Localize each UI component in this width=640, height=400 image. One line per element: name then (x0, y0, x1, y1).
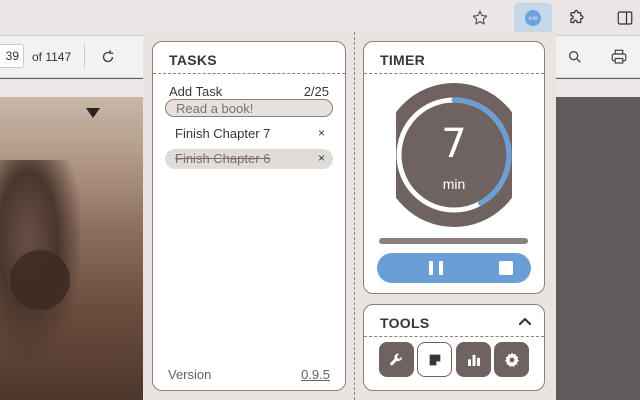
page-total-label: of 1147 (32, 50, 72, 64)
timer-unit: min (442, 176, 466, 192)
settings-tool-button[interactable] (494, 342, 529, 377)
tasks-title-rule (153, 73, 345, 74)
stats-tool-button[interactable] (456, 342, 491, 377)
rover-wheel-shape (10, 250, 70, 310)
timer-minutes: 7 (441, 121, 467, 167)
chevron-up-icon[interactable] (518, 315, 532, 327)
stop-icon[interactable] (499, 261, 513, 275)
browser-top-bar: 0:00 (0, 0, 640, 36)
tools-title: TOOLS (380, 315, 430, 331)
wrench-icon (389, 353, 402, 365)
version-label: Version (168, 367, 212, 382)
search-icon[interactable] (563, 45, 587, 69)
bar-chart-icon (467, 354, 480, 366)
tasks-card: TASKS Add Task 2/25 Finish Chapter 7 × F… (152, 41, 346, 391)
tasks-title: TASKS (169, 52, 217, 68)
print-icon[interactable] (607, 45, 631, 69)
sticky-note-icon (429, 354, 440, 365)
add-task-label: Add Task (169, 84, 223, 99)
gear-icon (504, 352, 519, 367)
wrench-tool-button[interactable] (379, 342, 414, 377)
pause-icon[interactable] (429, 261, 443, 275)
task-text: Finish Chapter 7 (175, 126, 271, 141)
remove-task-icon[interactable]: × (318, 126, 325, 140)
toolbar-divider (84, 44, 85, 68)
version-link[interactable]: 0.9.5 (301, 367, 330, 382)
document-background (556, 97, 640, 400)
task-item[interactable]: Finish Chapter 7 × (165, 124, 333, 144)
timer-progress-bar (379, 238, 528, 244)
side-panel-icon[interactable] (613, 6, 637, 30)
extension-timer-icon[interactable]: 0:00 (514, 3, 552, 33)
timer-controls (377, 253, 531, 283)
remove-task-icon[interactable]: × (318, 151, 325, 165)
timer-title: TIMER (380, 52, 426, 68)
task-count: 2/25 (303, 84, 329, 99)
bookmark-star-icon[interactable] (468, 6, 492, 30)
task-text: Finish Chapter 6 (175, 151, 271, 166)
timer-title-rule (364, 73, 544, 74)
sticky-note-tool-button[interactable] (417, 342, 452, 377)
page-number-input[interactable]: 39 (0, 44, 24, 68)
tools-title-rule (364, 336, 544, 337)
photo-pointer (86, 108, 100, 118)
popup-column-divider (354, 32, 355, 400)
add-task-input[interactable] (165, 99, 333, 117)
tools-card: TOOLS (363, 304, 545, 391)
extensions-puzzle-icon[interactable] (565, 6, 589, 30)
task-item-completed[interactable]: Finish Chapter 6 × (165, 149, 333, 169)
rotate-icon[interactable] (96, 45, 120, 69)
